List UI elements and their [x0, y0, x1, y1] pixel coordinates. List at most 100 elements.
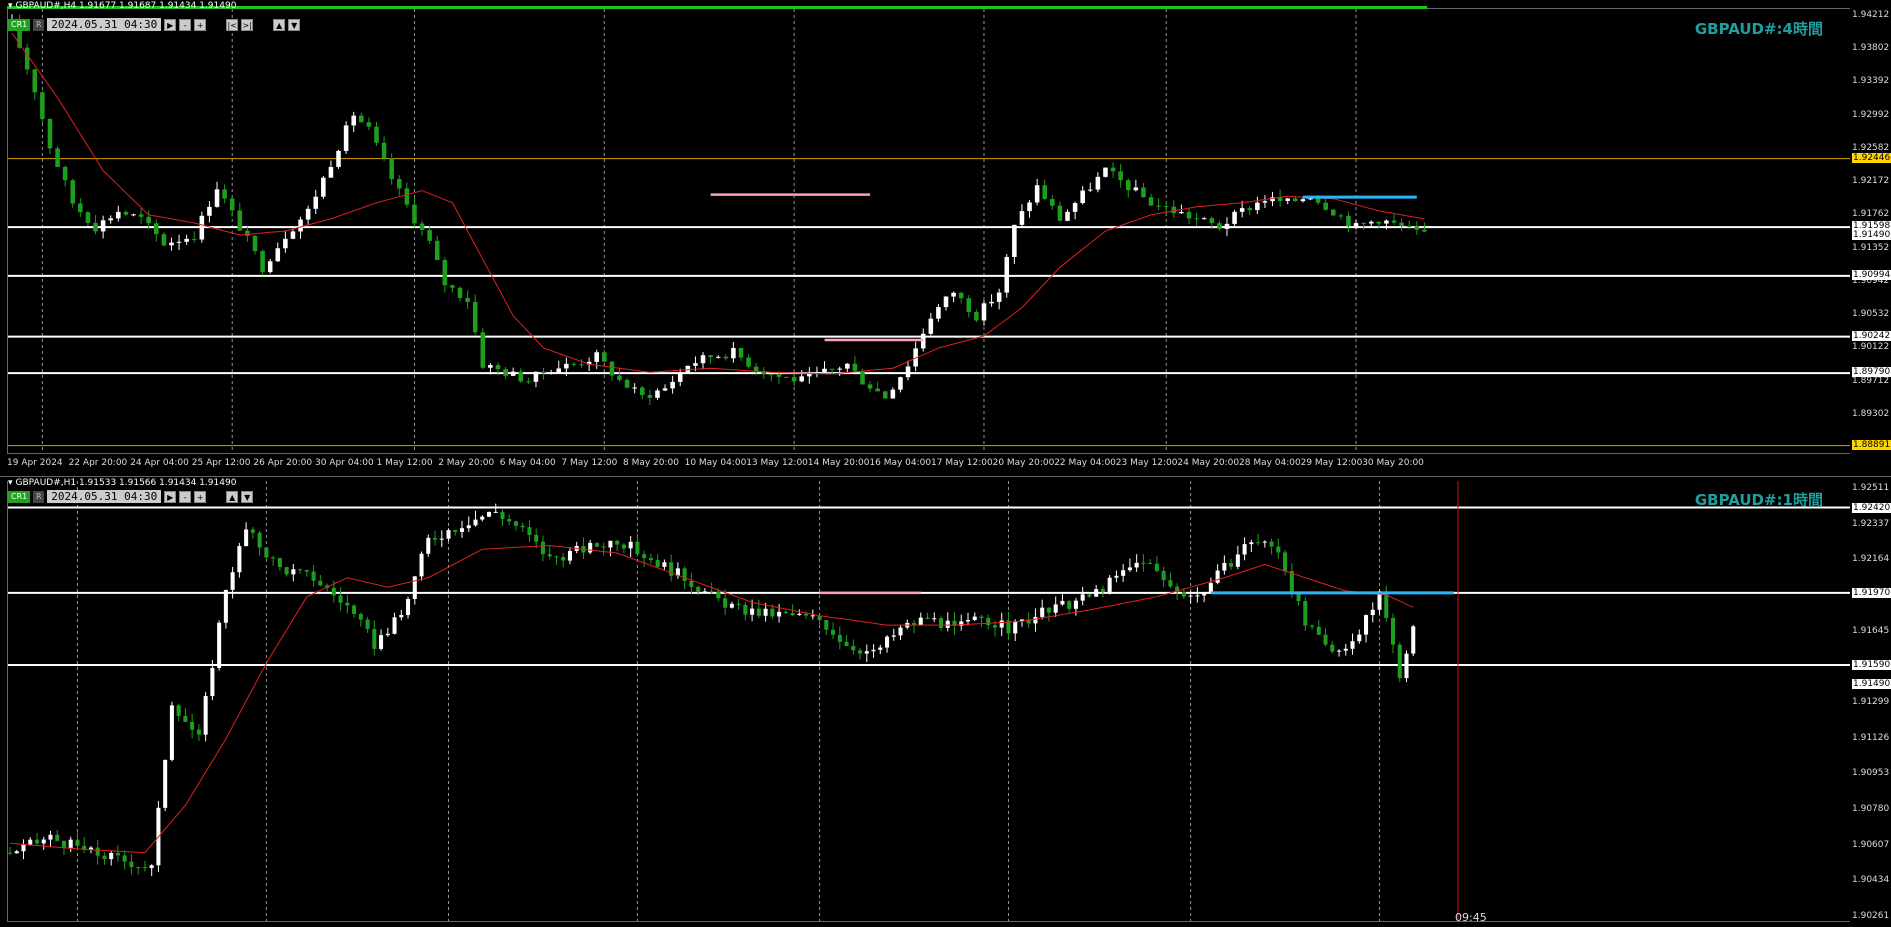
time-tick-label: 30 Apr 04:00	[315, 458, 374, 468]
candle-body	[358, 613, 363, 620]
candle-body	[783, 611, 788, 613]
candle-body	[366, 122, 372, 127]
candle-body	[885, 636, 890, 648]
price-tag: 1.92420	[1852, 502, 1891, 513]
price-tick-label: 1.91645	[1852, 625, 1890, 636]
candle-body	[1040, 607, 1045, 617]
candle-body	[1080, 594, 1085, 601]
candle-body	[1232, 211, 1237, 224]
candle-body	[1397, 644, 1402, 679]
candle-body	[1293, 198, 1298, 202]
candle-body	[1042, 185, 1048, 199]
h1-cr1-badge[interactable]: CR1	[8, 490, 31, 503]
candle-body	[352, 605, 357, 614]
h1-down-button[interactable]: ▼	[241, 490, 254, 503]
candle-body	[1399, 222, 1404, 226]
h4-minus-button[interactable]: -	[179, 18, 192, 31]
candle-body	[1133, 187, 1139, 191]
h4-price-axis[interactable]: 1.94212 1.93802 1.93392 1.92992 1.92582 1.921…	[1850, 8, 1891, 452]
candle-body	[548, 372, 554, 374]
h1-chart-window[interactable]: ▾ GBPAUD#,H1 1.91533 1.91566 1.91434 1.9…	[0, 476, 1891, 927]
price-tick-label: 1.93392	[1852, 76, 1890, 87]
h4-chart-window[interactable]: ▾ GBPAUD#,H4 1.91677 1.91687 1.91434 1.9…	[0, 0, 1891, 475]
time-tick-label: 16 May 04:00	[869, 458, 932, 468]
candle-body	[406, 598, 411, 615]
candle-body	[1019, 211, 1025, 225]
candle-body	[345, 602, 350, 606]
candle-body	[1217, 223, 1222, 229]
candle-body	[875, 388, 880, 392]
candle-body	[1027, 202, 1032, 212]
candle-body	[844, 641, 849, 647]
h1-up-button[interactable]: ▲	[226, 490, 239, 503]
h4-r-button[interactable]: R	[33, 18, 45, 31]
h4-plot-area[interactable]	[7, 8, 1850, 454]
candle-body	[28, 839, 33, 845]
candle-body	[1127, 567, 1132, 571]
candle-body	[237, 546, 242, 573]
candle-body	[1163, 205, 1169, 207]
candle-body	[635, 541, 640, 555]
h4-date-field[interactable]: 2024.05.31 04:30	[47, 18, 162, 31]
h4-up-button[interactable]: ▲	[273, 18, 286, 31]
candle-body	[520, 525, 525, 528]
candle-body	[34, 839, 40, 844]
collapse-arrow-icon[interactable]: ▾	[8, 1, 13, 11]
candle-body	[513, 521, 519, 526]
h4-play-button[interactable]: ▶	[164, 18, 177, 31]
candle-body	[777, 611, 782, 617]
h4-cr1-badge[interactable]: CR1	[8, 18, 31, 31]
candle-body	[359, 115, 364, 123]
candle-body	[95, 847, 100, 856]
price-tick-label: 1.90434	[1852, 875, 1890, 886]
candle-body	[571, 363, 577, 365]
candle-body	[146, 216, 151, 224]
h1-price-axis[interactable]: 1.925111.923371.921641.918181.916451.914…	[1850, 481, 1891, 921]
h4-plus-button[interactable]: +	[194, 18, 207, 31]
candle-body	[1256, 542, 1261, 544]
candle-body	[1262, 541, 1267, 543]
h4-first-button[interactable]: |<	[226, 18, 239, 31]
candle-body	[1357, 634, 1362, 642]
candle-body	[753, 366, 759, 372]
h4-down-button[interactable]: ▼	[288, 18, 301, 31]
collapse-arrow-icon[interactable]: ▾	[8, 478, 13, 488]
candle-body	[48, 834, 53, 840]
candle-body	[222, 189, 227, 199]
h1-plus-button[interactable]: +	[194, 490, 207, 503]
price-tag: 1.90994	[1852, 269, 1891, 280]
h1-plot-area[interactable]	[7, 481, 1850, 922]
price-tag: 1.91590	[1852, 659, 1891, 670]
candle-body	[75, 839, 80, 846]
candle-body	[210, 667, 215, 697]
h1-play-button[interactable]: ▶	[164, 490, 177, 503]
candle-body	[972, 616, 977, 620]
candle-body	[943, 296, 949, 308]
candle-body	[446, 530, 451, 539]
price-tag: 1.88891	[1852, 439, 1891, 450]
candle-body	[136, 867, 141, 869]
candle-body	[822, 368, 827, 373]
candle-body	[662, 388, 668, 391]
candle-body	[1080, 190, 1085, 204]
candle-body	[1376, 221, 1382, 224]
price-tag: 1.92446	[1852, 152, 1891, 163]
candle-body	[1285, 198, 1290, 201]
candle-body	[169, 242, 174, 246]
candle-body	[78, 203, 83, 213]
candle-body	[510, 371, 516, 376]
h1-minus-button[interactable]: -	[179, 490, 192, 503]
candle-body	[1073, 600, 1078, 609]
candle-body	[466, 525, 471, 529]
h1-r-button[interactable]: R	[33, 490, 45, 503]
candle-body	[1224, 223, 1230, 229]
candle-body	[1368, 221, 1374, 224]
h1-date-field[interactable]: 2024.05.31 04:30	[47, 490, 162, 503]
candle-body	[702, 591, 707, 593]
price-tick-label: 1.90532	[1852, 309, 1890, 320]
candle-body	[61, 840, 66, 848]
h4-last-button[interactable]: >|	[241, 18, 254, 31]
candle-body	[55, 148, 60, 167]
candle-body	[938, 618, 944, 628]
candle-body	[252, 235, 258, 252]
